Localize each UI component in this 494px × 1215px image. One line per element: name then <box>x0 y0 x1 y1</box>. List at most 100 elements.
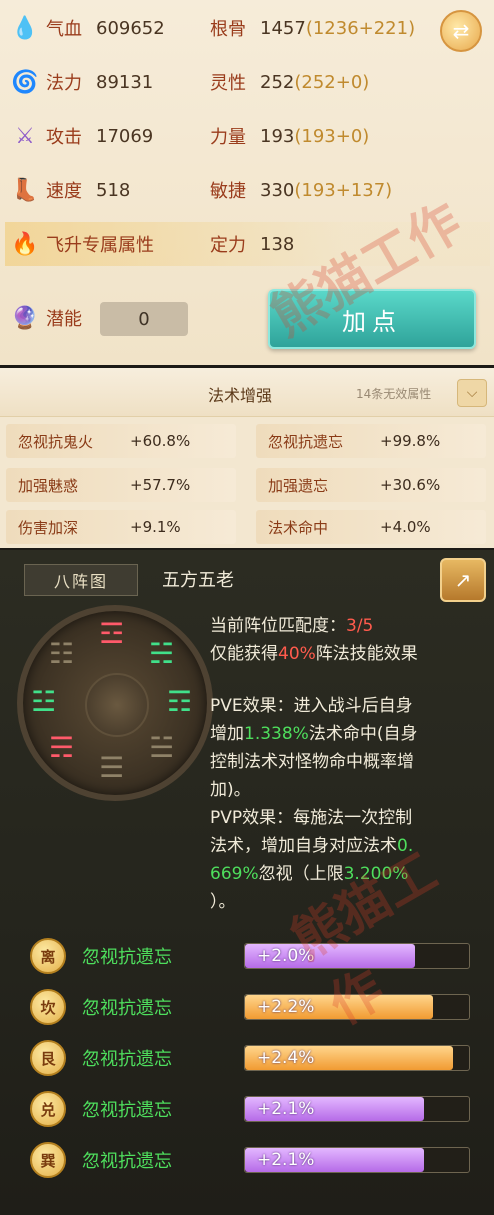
attr-minjie: 敏捷 330 (193+137) <box>210 170 392 210</box>
gain-suffix: 阵法技能效果 <box>315 644 418 664</box>
attr-qianneng: 🔮 潜能 <box>11 298 82 338</box>
effect-row: 兑 忽视抗遗忘 +2.1% <box>30 1087 480 1131</box>
attribute-panel: 💧 气血 609652 🌀 法力 89131 ⚔ 攻击 17069 👢 速度 5… <box>0 0 494 365</box>
attr-value: 193 <box>260 125 295 147</box>
effect-bar: +2.2% <box>244 994 470 1020</box>
spell-cell-name: 法术命中 <box>268 518 329 537</box>
effect-value: +2.4% <box>257 1048 315 1068</box>
spell-cell-name: 伤害加深 <box>18 518 79 537</box>
attr-bonus: (193+0) <box>294 125 370 147</box>
trigram-qian-icon: ☰ <box>99 751 125 784</box>
spell-cell-value: +30.6% <box>380 476 441 494</box>
match-value: 3/5 <box>346 616 374 636</box>
attr-label: 速度 <box>46 181 82 202</box>
trigram-badge: 坎 <box>30 989 66 1025</box>
attr-label: 法力 <box>46 73 82 94</box>
mana-swirl-icon: 🌀 <box>11 69 39 95</box>
trigram-li-icon: ☲ <box>99 617 125 650</box>
trigram-badge: 艮 <box>30 1040 66 1076</box>
effect-row: 坎 忽视抗遗忘 +2.2% <box>30 985 480 1029</box>
pve-line-4: 加)。 <box>210 780 251 800</box>
pvp-text: 忽视（上限 <box>258 864 344 884</box>
attr-label: 飞升专属属性 <box>46 235 154 256</box>
pvp-value: 669% <box>210 864 259 884</box>
effect-name: 忽视抗遗忘 <box>82 1100 172 1121</box>
gain-line: 仅能获得40%阵法技能效果 <box>210 640 418 668</box>
trigram-badge: 巽 <box>30 1142 66 1178</box>
pve-line-2: 增加1.338%法术命中(自身 <box>210 720 417 748</box>
gain-prefix: 仅能获得 <box>210 644 278 664</box>
spell-cell: 法术命中 +4.0% <box>256 510 486 544</box>
wheel-center <box>85 673 149 737</box>
pvp-line-1: PVP效果：每施法一次控制 <box>210 808 413 828</box>
effect-name: 忽视抗遗忘 <box>82 998 172 1019</box>
spell-cell-value: +57.7% <box>130 476 191 494</box>
spell-cell-name: 加强遗忘 <box>268 476 329 495</box>
attr-dingli: 定力 138 <box>210 224 294 264</box>
sword-icon: ⚔ <box>15 123 35 149</box>
bagua-wheel: ☲ ☵ ☶ ☱ ☰ ☴ ☳ ☷ <box>17 605 213 801</box>
spell-enhance-header: 法术增强 14条无效属性 ⌵ <box>0 368 494 417</box>
pvp-line-3: 669%忽视（上限3.200% <box>210 860 408 888</box>
pvp-text: 法术，增加自身对应法术 <box>210 836 397 856</box>
attr-bonus: (193+137) <box>294 179 393 201</box>
trigram-badge: 兑 <box>30 1091 66 1127</box>
invalid-attr-note: 14条无效属性 <box>356 387 432 401</box>
effect-bar: +2.1% <box>244 1096 470 1122</box>
spell-cell-name: 加强魅惑 <box>18 476 79 495</box>
spell-cell: 加强遗忘 +30.6% <box>256 468 486 502</box>
tab-bazhentu[interactable]: 八阵图 <box>24 564 138 596</box>
attr-value: 330 <box>260 179 295 201</box>
spell-enhance-panel: 法术增强 14条无效属性 ⌵ 忽视抗鬼火 +60.8% 忽视抗遗忘 +99.8% 加… <box>0 368 494 548</box>
attr-gongji: ⚔ 攻击 17069 <box>12 116 153 156</box>
attr-lingxing: 灵性 252 (252+0) <box>210 62 369 102</box>
attr-label: 灵性 <box>210 73 246 94</box>
spell-cell: 加强魅惑 +57.7% <box>6 468 236 502</box>
attr-value: 609652 <box>96 17 165 39</box>
formation-name: 五方五老 <box>162 570 234 591</box>
effect-bar: +2.1% <box>244 1147 470 1173</box>
spell-cell-value: +9.1% <box>130 518 181 536</box>
effect-bar: +2.0% <box>244 943 470 969</box>
effect-row: 艮 忽视抗遗忘 +2.4% <box>30 1036 480 1080</box>
potential-value: 0 <box>138 308 150 330</box>
attr-liliang: 力量 193 (193+0) <box>210 116 369 156</box>
trigram-dui-icon: ☱ <box>149 731 175 764</box>
effect-value: +2.1% <box>257 1150 315 1170</box>
pvp-cap: 3.200% <box>343 864 409 884</box>
swap-scheme-icon[interactable]: ⇄ <box>440 10 482 52</box>
trigram-badge: 离 <box>30 938 66 974</box>
spell-cell-name: 忽视抗遗忘 <box>268 432 344 451</box>
match-label: 当前阵位匹配度： <box>210 616 346 636</box>
match-line: 当前阵位匹配度：3/5 <box>210 612 373 640</box>
effect-row: 巽 忽视抗遗忘 +2.1% <box>30 1138 480 1182</box>
effect-value: +2.1% <box>257 1099 315 1119</box>
attr-value: 138 <box>260 233 295 255</box>
share-icon[interactable]: ↗ <box>440 558 486 602</box>
pve-line-1: PVE效果：进入战斗后自身 <box>210 696 413 716</box>
spell-cell: 忽视抗鬼火 +60.8% <box>6 424 236 458</box>
trigram-kan-icon: ☵ <box>149 637 175 670</box>
attr-value: 89131 <box>96 71 154 93</box>
spell-cell-name: 忽视抗鬼火 <box>18 432 94 451</box>
spell-enhance-title: 法术增强 <box>208 386 273 405</box>
pvp-line-4: ）。 <box>210 892 236 912</box>
blood-drop-icon: 💧 <box>11 15 39 41</box>
spell-cell-value: +60.8% <box>130 432 191 450</box>
trigram-kun-icon: ☷ <box>49 637 75 670</box>
attr-label: 气血 <box>46 19 82 40</box>
trigram-gen-icon: ☶ <box>167 685 193 718</box>
spell-cell-value: +99.8% <box>380 432 441 450</box>
trigram-zhen-icon: ☳ <box>31 685 57 718</box>
attr-label: 定力 <box>210 235 246 256</box>
add-points-button[interactable]: 加点 <box>268 289 476 349</box>
spell-cell: 伤害加深 +9.1% <box>6 510 236 544</box>
attr-sudu: 👢 速度 518 <box>11 170 131 210</box>
potential-value-box: 0 <box>100 302 188 336</box>
pve-line-3: 控制法术对怪物命中概率增 <box>210 752 414 772</box>
attr-bonus: (252+0) <box>294 71 370 93</box>
spell-cell: 忽视抗遗忘 +99.8% <box>256 424 486 458</box>
chevron-down-icon[interactable]: ⌵ <box>457 379 487 407</box>
attr-value: 518 <box>96 179 131 201</box>
attr-label: 攻击 <box>46 127 82 148</box>
